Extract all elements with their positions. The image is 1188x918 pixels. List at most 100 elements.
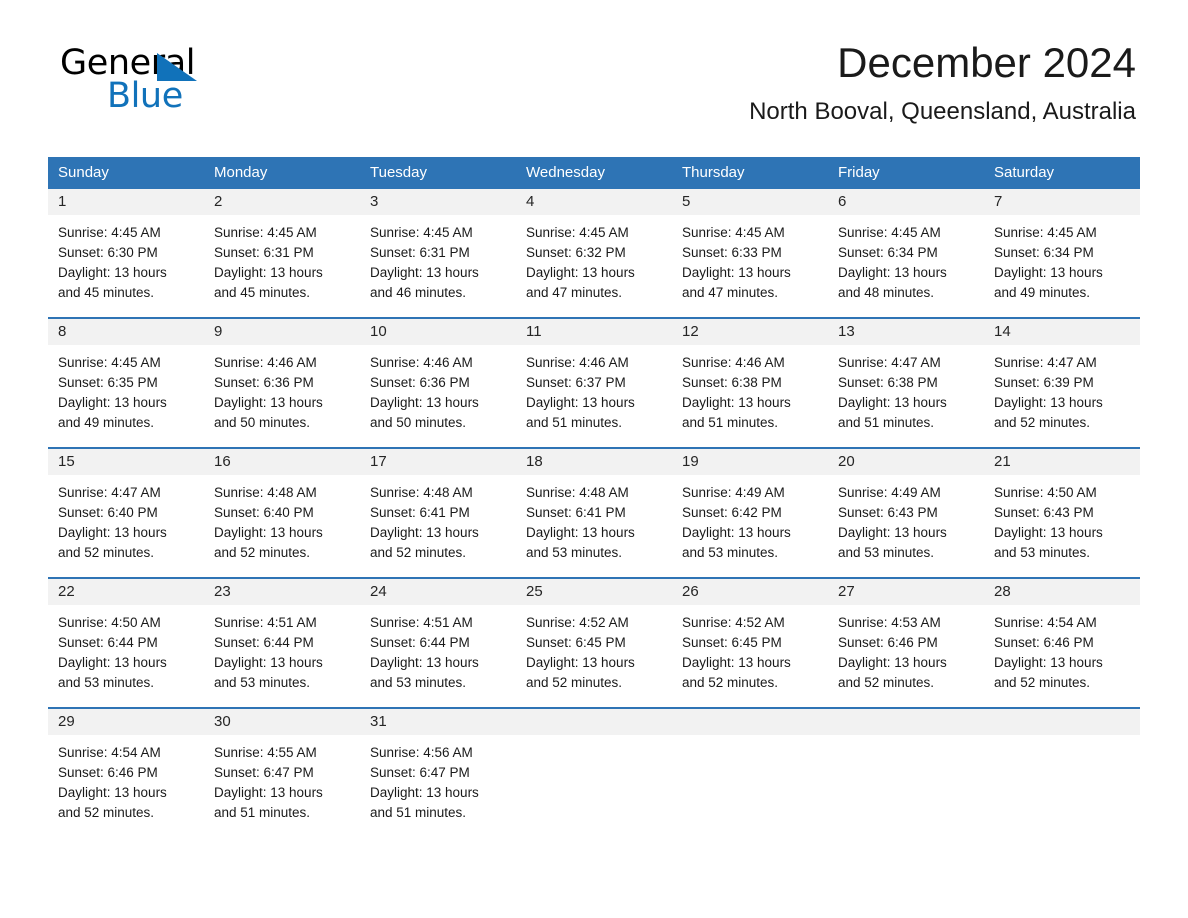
sunrise-text: Sunrise: 4:48 AM: [526, 485, 629, 500]
day-cell[interactable]: 8 Sunrise: 4:45 AM Sunset: 6:35 PM Daylight…: [48, 319, 204, 447]
sunrise-text: Sunrise: 4:46 AM: [682, 355, 785, 370]
day-cell[interactable]: 1 Sunrise: 4:45 AM Sunset: 6:30 PM Daylight…: [48, 189, 204, 317]
daylight-text-line2: and 52 minutes.: [838, 675, 935, 690]
day-number: 14: [984, 319, 1140, 345]
day-number: 16: [204, 449, 360, 475]
weekday-header-saturday: Saturday: [994, 164, 1055, 181]
day-cell[interactable]: 6 Sunrise: 4:45 AM Sunset: 6:34 PM Daylight…: [828, 189, 984, 317]
sunset-text: Sunset: 6:41 PM: [370, 505, 470, 520]
sunset-text: Sunset: 6:31 PM: [370, 245, 470, 260]
daylight-text-line2: and 49 minutes.: [994, 285, 1091, 300]
day-cell[interactable]: 7 Sunrise: 4:45 AM Sunset: 6:34 PM Daylight…: [984, 189, 1140, 317]
daylight-text-line2: and 52 minutes.: [58, 805, 155, 820]
day-cell[interactable]: 3 Sunrise: 4:45 AM Sunset: 6:31 PM Daylight…: [360, 189, 516, 317]
day-details: Sunrise: 4:47 AM Sunset: 6:40 PM Daylight:…: [48, 475, 204, 577]
weekday-header-monday: Monday: [214, 164, 268, 181]
sunset-text: Sunset: 6:37 PM: [526, 375, 626, 390]
daylight-text-line2: and 50 minutes.: [370, 415, 467, 430]
day-number: [828, 709, 984, 735]
day-cell[interactable]: 4 Sunrise: 4:45 AM Sunset: 6:32 PM Daylight…: [516, 189, 672, 317]
day-cell[interactable]: 17 Sunrise: 4:48 AM Sunset: 6:41 PM Dayligh…: [360, 449, 516, 577]
day-cell[interactable]: 9 Sunrise: 4:46 AM Sunset: 6:36 PM Daylight…: [204, 319, 360, 447]
day-number: 26: [672, 579, 828, 605]
day-cell[interactable]: 30 Sunrise: 4:55 AM Sunset: 6:47 PM Dayligh…: [204, 709, 360, 851]
day-cell[interactable]: 5 Sunrise: 4:45 AM Sunset: 6:33 PM Daylight…: [672, 189, 828, 317]
daylight-text-line1: Daylight: 13 hours: [682, 525, 791, 540]
day-cell[interactable]: 13 Sunrise: 4:47 AM Sunset: 6:38 PM Dayligh…: [828, 319, 984, 447]
day-number: 11: [516, 319, 672, 345]
sunrise-text: Sunrise: 4:46 AM: [526, 355, 629, 370]
day-cell[interactable]: 2 Sunrise: 4:45 AM Sunset: 6:31 PM Daylight…: [204, 189, 360, 317]
day-number: 9: [204, 319, 360, 345]
day-cell[interactable]: 18 Sunrise: 4:48 AM Sunset: 6:41 PM Dayligh…: [516, 449, 672, 577]
day-cell[interactable]: 28 Sunrise: 4:54 AM Sunset: 6:46 PM Dayligh…: [984, 579, 1140, 707]
day-number: 13: [828, 319, 984, 345]
sunset-text: Sunset: 6:40 PM: [58, 505, 158, 520]
daylight-text-line2: and 49 minutes.: [58, 415, 155, 430]
daylight-text-line2: and 53 minutes.: [214, 675, 311, 690]
day-cell[interactable]: 12 Sunrise: 4:46 AM Sunset: 6:38 PM Dayligh…: [672, 319, 828, 447]
sunrise-text: Sunrise: 4:46 AM: [370, 355, 473, 370]
day-cell[interactable]: 11 Sunrise: 4:46 AM Sunset: 6:37 PM Dayligh…: [516, 319, 672, 447]
day-details: Sunrise: 4:45 AM Sunset: 6:31 PM Daylight:…: [204, 215, 360, 317]
sunset-text: Sunset: 6:42 PM: [682, 505, 782, 520]
day-details: Sunrise: 4:46 AM Sunset: 6:37 PM Daylight:…: [516, 345, 672, 447]
day-number: 17: [360, 449, 516, 475]
calendar-week-row: 29 Sunrise: 4:54 AM Sunset: 6:46 PM Dayligh…: [48, 707, 1140, 851]
day-cell-empty: [828, 709, 984, 851]
day-number: 18: [516, 449, 672, 475]
sunset-text: Sunset: 6:44 PM: [370, 635, 470, 650]
day-cell[interactable]: 24 Sunrise: 4:51 AM Sunset: 6:44 PM Dayligh…: [360, 579, 516, 707]
day-cell[interactable]: 27 Sunrise: 4:53 AM Sunset: 6:46 PM Dayligh…: [828, 579, 984, 707]
day-cell[interactable]: 16 Sunrise: 4:48 AM Sunset: 6:40 PM Dayligh…: [204, 449, 360, 577]
sunset-text: Sunset: 6:39 PM: [994, 375, 1094, 390]
daylight-text-line2: and 45 minutes.: [214, 285, 311, 300]
daylight-text-line1: Daylight: 13 hours: [994, 395, 1103, 410]
sunrise-text: Sunrise: 4:52 AM: [526, 615, 629, 630]
daylight-text-line2: and 53 minutes.: [526, 545, 623, 560]
day-cell[interactable]: 26 Sunrise: 4:52 AM Sunset: 6:45 PM Dayligh…: [672, 579, 828, 707]
sunrise-text: Sunrise: 4:49 AM: [682, 485, 785, 500]
daylight-text-line2: and 48 minutes.: [838, 285, 935, 300]
sunrise-text: Sunrise: 4:45 AM: [838, 225, 941, 240]
sunrise-text: Sunrise: 4:48 AM: [370, 485, 473, 500]
day-cell[interactable]: 15 Sunrise: 4:47 AM Sunset: 6:40 PM Dayligh…: [48, 449, 204, 577]
day-cell[interactable]: 22 Sunrise: 4:50 AM Sunset: 6:44 PM Dayligh…: [48, 579, 204, 707]
day-cell[interactable]: 29 Sunrise: 4:54 AM Sunset: 6:46 PM Dayligh…: [48, 709, 204, 851]
day-number: [984, 709, 1140, 735]
day-details: Sunrise: 4:52 AM Sunset: 6:45 PM Daylight:…: [672, 605, 828, 707]
day-cell[interactable]: 20 Sunrise: 4:49 AM Sunset: 6:43 PM Dayligh…: [828, 449, 984, 577]
daylight-text-line2: and 46 minutes.: [370, 285, 467, 300]
daylight-text-line1: Daylight: 13 hours: [58, 525, 167, 540]
sunset-text: Sunset: 6:34 PM: [838, 245, 938, 260]
day-cell[interactable]: 31 Sunrise: 4:56 AM Sunset: 6:47 PM Dayligh…: [360, 709, 516, 851]
daylight-text-line1: Daylight: 13 hours: [682, 655, 791, 670]
day-cell-empty: [984, 709, 1140, 851]
day-details: Sunrise: 4:56 AM Sunset: 6:47 PM Daylight:…: [360, 735, 516, 837]
day-cell[interactable]: 10 Sunrise: 4:46 AM Sunset: 6:36 PM Dayligh…: [360, 319, 516, 447]
sunrise-text: Sunrise: 4:54 AM: [58, 745, 161, 760]
day-number: 24: [360, 579, 516, 605]
day-details: [828, 735, 984, 851]
daylight-text-line2: and 52 minutes.: [370, 545, 467, 560]
day-cell-empty: [516, 709, 672, 851]
day-cell[interactable]: 14 Sunrise: 4:47 AM Sunset: 6:39 PM Dayligh…: [984, 319, 1140, 447]
daylight-text-line1: Daylight: 13 hours: [214, 525, 323, 540]
day-cell[interactable]: 23 Sunrise: 4:51 AM Sunset: 6:44 PM Dayligh…: [204, 579, 360, 707]
day-number: 25: [516, 579, 672, 605]
daylight-text-line2: and 53 minutes.: [838, 545, 935, 560]
day-cell[interactable]: 21 Sunrise: 4:50 AM Sunset: 6:43 PM Dayligh…: [984, 449, 1140, 577]
day-number: 3: [360, 189, 516, 215]
day-cell[interactable]: 25 Sunrise: 4:52 AM Sunset: 6:45 PM Dayligh…: [516, 579, 672, 707]
day-details: [984, 735, 1140, 851]
day-cell[interactable]: 19 Sunrise: 4:49 AM Sunset: 6:42 PM Dayligh…: [672, 449, 828, 577]
day-details: [516, 735, 672, 851]
day-details: Sunrise: 4:45 AM Sunset: 6:33 PM Daylight:…: [672, 215, 828, 317]
sunrise-text: Sunrise: 4:45 AM: [682, 225, 785, 240]
day-details: Sunrise: 4:45 AM Sunset: 6:35 PM Daylight:…: [48, 345, 204, 447]
day-number: 2: [204, 189, 360, 215]
daylight-text-line1: Daylight: 13 hours: [526, 265, 635, 280]
general-blue-logo[interactable]: General Blue: [60, 44, 260, 118]
daylight-text-line1: Daylight: 13 hours: [838, 265, 947, 280]
daylight-text-line2: and 51 minutes.: [838, 415, 935, 430]
